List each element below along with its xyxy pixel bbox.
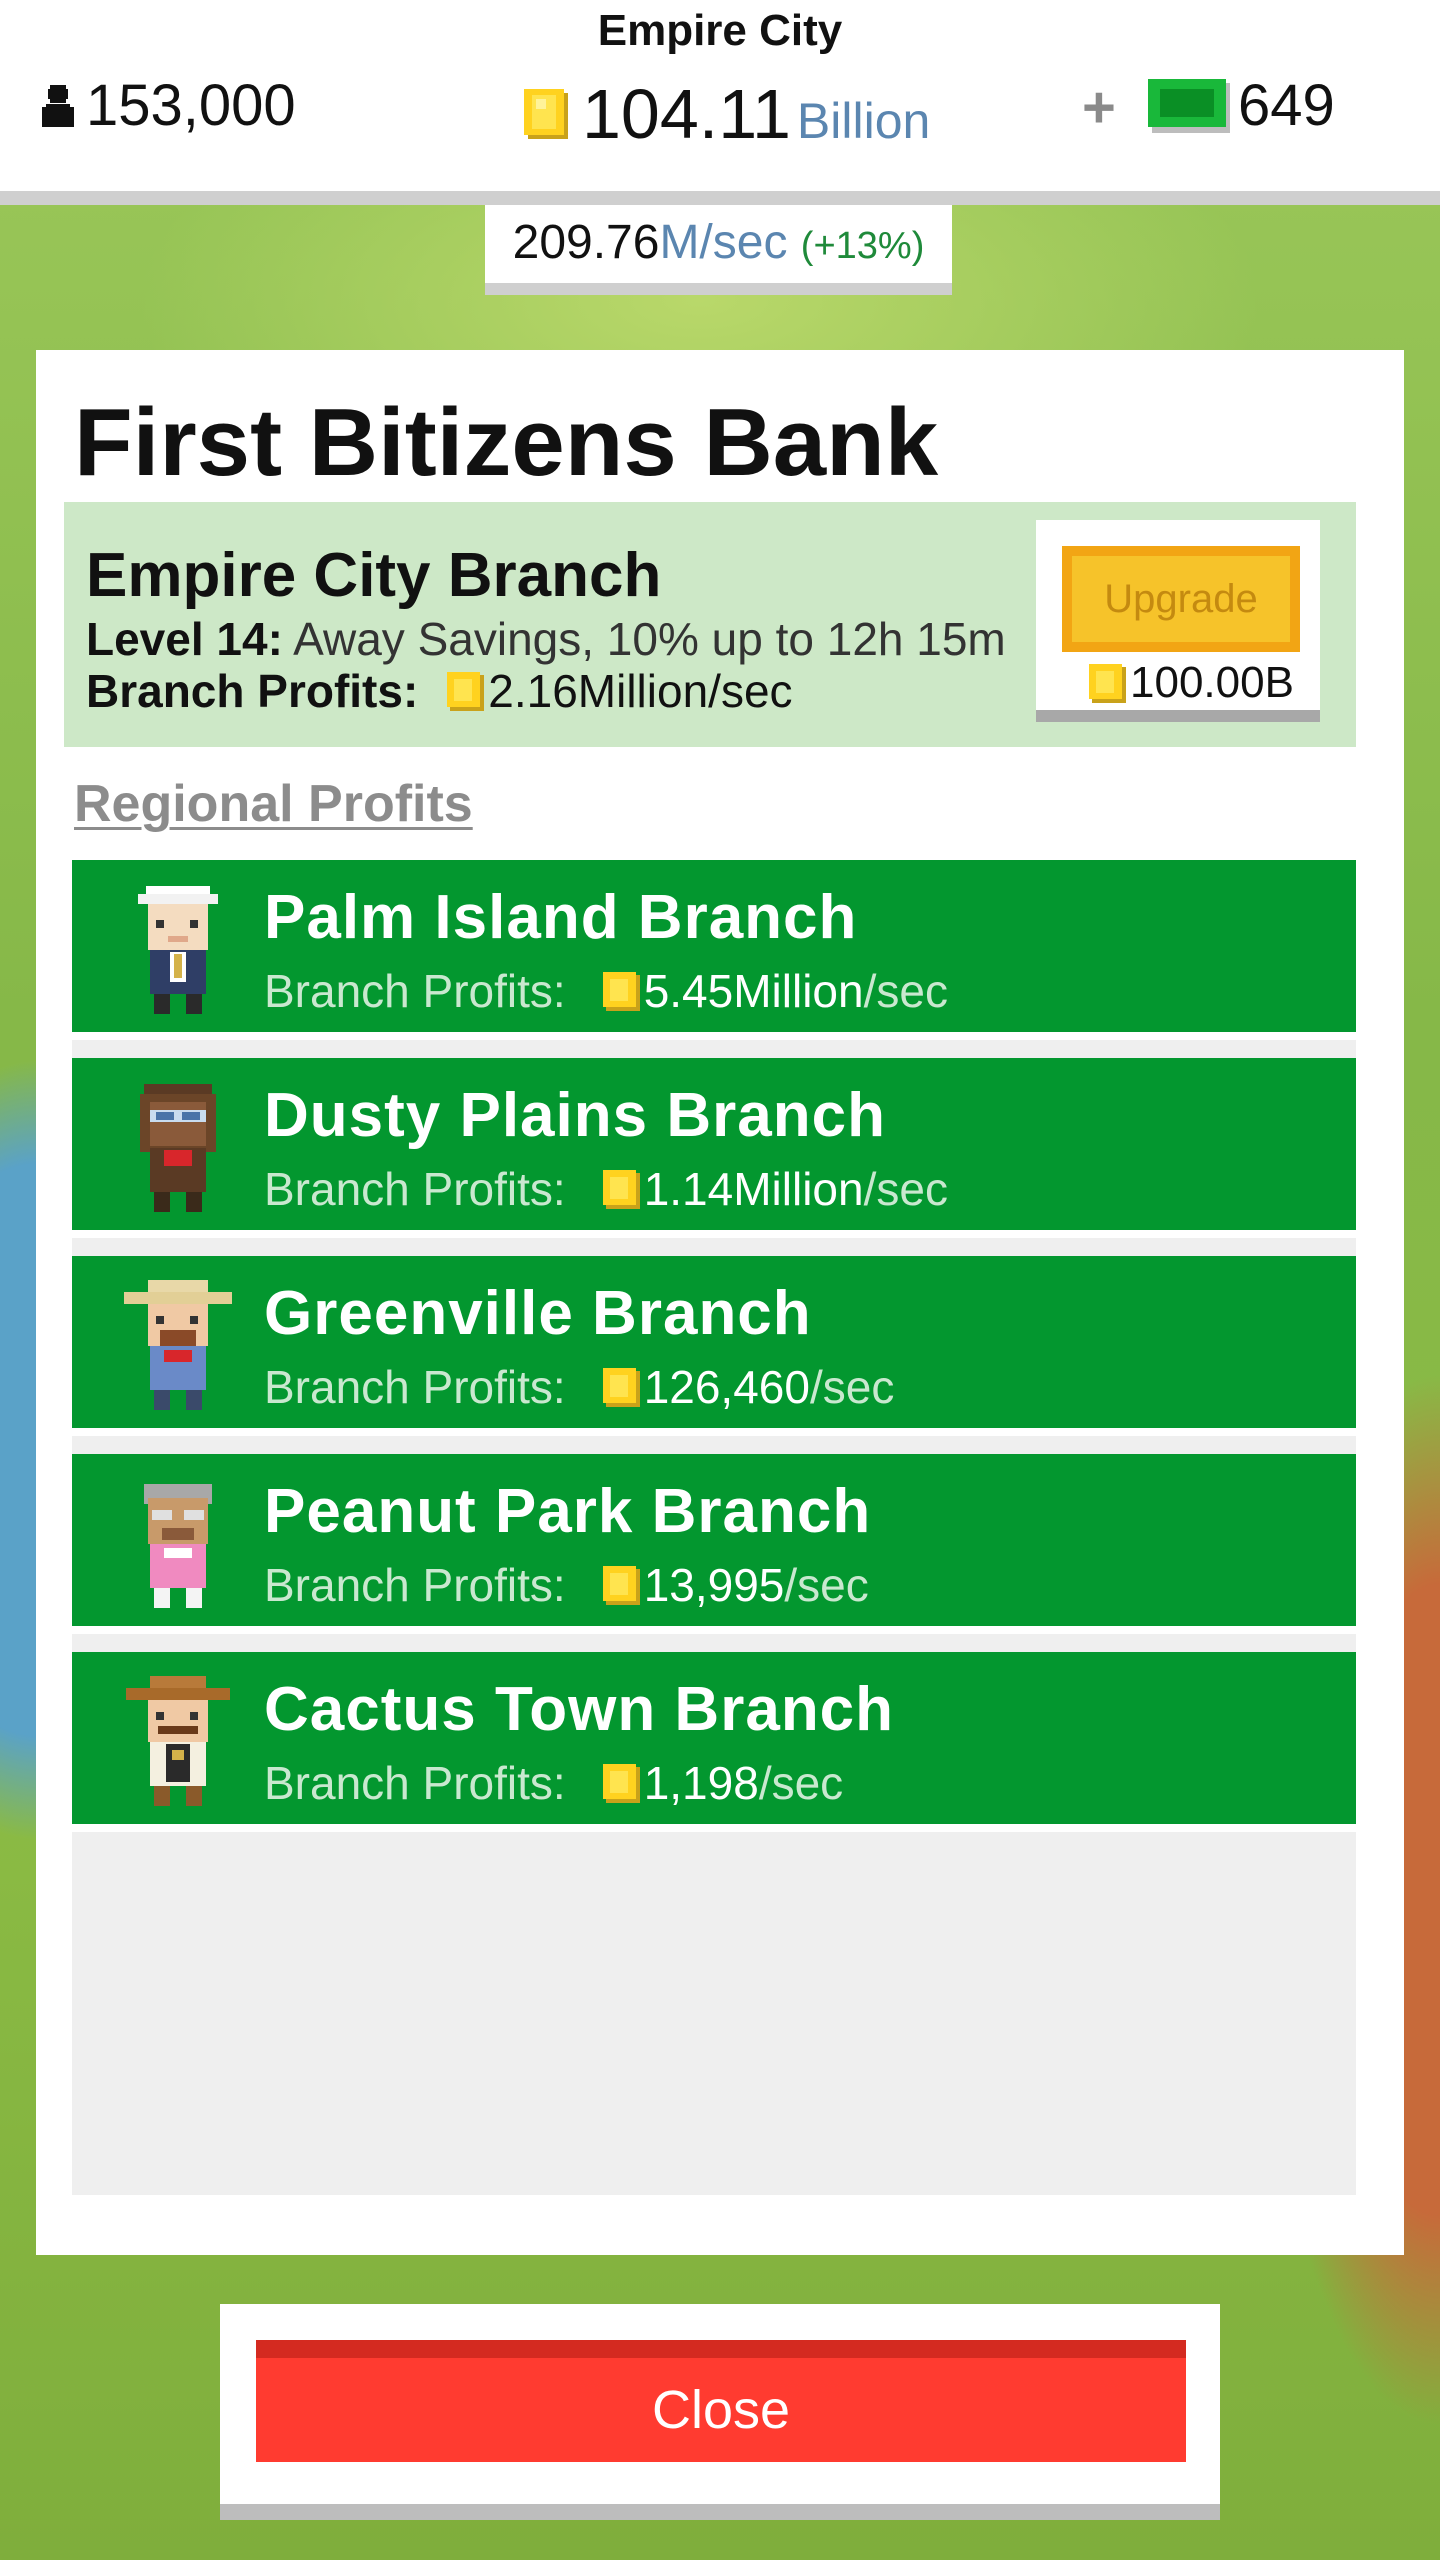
branch-profit-label: Branch Profits: [264, 965, 566, 1017]
income-rate-unit: M/sec [659, 216, 788, 269]
person-icon [42, 84, 74, 127]
upgrade-button[interactable]: Upgrade [1062, 546, 1300, 652]
home-branch-card: Empire City Branch Level 14: Away Saving… [64, 502, 1356, 747]
coin-icon [1089, 664, 1126, 703]
coin-icon [602, 1764, 640, 1803]
bux-icon [1148, 78, 1230, 133]
branch-profit-value: 1.14Million [643, 1163, 864, 1215]
upgrade-cost: 100.00B [1088, 658, 1294, 708]
close-button-container: Close [220, 2304, 1220, 2520]
branch-profit-label: Branch Profits: [264, 1757, 566, 1809]
level-description: Away Savings, 10% up to 12h 15m [293, 613, 1006, 665]
branch-row-dusty-plains[interactable]: Dusty Plains Branch Branch Profits: 1.14… [72, 1058, 1356, 1238]
branch-profit: Branch Profits: 1.14Million/sec [264, 1162, 948, 1216]
upgrade-card: Upgrade 100.00B [1036, 520, 1320, 722]
city-name: Empire City [597, 6, 843, 55]
home-branch-level: Level 14: Away Savings, 10% up to 12h 15… [86, 612, 1006, 666]
branch-profit-unit: /sec [863, 1163, 948, 1215]
branch-name: Peanut Park Branch [264, 1477, 872, 1546]
banker-avatar-icon [126, 1676, 230, 1806]
coin-icon [602, 1170, 640, 1209]
branch-row-peanut-park[interactable]: Peanut Park Branch Branch Profits: 13,99… [72, 1454, 1356, 1634]
income-rate-value: 209.76 [512, 216, 660, 269]
branch-profit-unit: /sec [758, 1757, 844, 1809]
branch-profit-value: 5.45Million [643, 965, 864, 1017]
branch-profit-label: Branch Profits: [264, 1559, 566, 1611]
regional-branch-list[interactable]: Palm Island Branch Branch Profits: 5.45M… [72, 860, 1356, 2195]
coin-icon [602, 1368, 640, 1407]
branch-profit: Branch Profits: 126,460/sec [264, 1360, 894, 1414]
buy-bux-button[interactable]: + [1082, 74, 1116, 141]
population-display: 153,000 [38, 72, 296, 139]
upgrade-cost-value: 100.00B [1130, 658, 1294, 707]
coin-icon [447, 672, 485, 711]
branch-profit: Branch Profits: 1,198/sec [264, 1756, 843, 1810]
branch-row-palm-island[interactable]: Palm Island Branch Branch Profits: 5.45M… [72, 860, 1356, 1040]
banker-avatar-icon [144, 1484, 212, 1608]
branch-name: Cactus Town Branch [264, 1675, 895, 1744]
branch-profit-unit: /sec [809, 1361, 895, 1413]
bux-display[interactable]: 649 [1148, 72, 1335, 139]
branch-profit-label: Branch Profits: [264, 1163, 566, 1215]
branch-name: Dusty Plains Branch [264, 1081, 886, 1150]
close-button[interactable]: Close [256, 2340, 1186, 2462]
branch-profit-label: Branch Profits: [264, 1361, 566, 1413]
cash-unit: Billion [796, 93, 931, 149]
branch-profit-value: 13,995 [643, 1559, 785, 1611]
branch-name: Palm Island Branch [264, 883, 858, 952]
branch-profit-unit: /sec [784, 1559, 869, 1611]
top-status-bar: Empire City 153,000 104.11 Billion + 649 [0, 0, 1440, 205]
branch-profit-value: 126,460 [643, 1361, 810, 1413]
branch-profit: Branch Profits: 5.45Million/sec [264, 964, 948, 1018]
coin-icon [524, 89, 568, 139]
home-branch-name: Empire City Branch [86, 541, 662, 610]
cash-amount: 104.11 [582, 75, 791, 153]
bank-panel: First Bitizens Bank Empire City Branch L… [36, 350, 1404, 2255]
coin-icon [602, 972, 640, 1011]
branch-name: Greenville Branch [264, 1279, 812, 1348]
branch-row-cactus-town[interactable]: Cactus Town Branch Branch Profits: 1,198… [72, 1652, 1356, 1832]
income-rate-bonus: (+13%) [800, 225, 925, 267]
branch-profit: Branch Profits: 13,995/sec [264, 1558, 869, 1612]
coin-icon [602, 1566, 640, 1605]
level-label: Level 14: [86, 613, 283, 665]
banker-avatar-icon [138, 886, 218, 1014]
home-branch-profit-label: Branch Profits: [86, 665, 419, 717]
bank-title: First Bitizens Bank [74, 389, 939, 496]
branch-row-greenville[interactable]: Greenville Branch Branch Profits: 126,46… [72, 1256, 1356, 1436]
cash-display: 104.11 Billion [522, 74, 930, 154]
regional-profits-link[interactable]: Regional Profits [74, 774, 473, 834]
population-value: 153,000 [86, 73, 296, 138]
home-branch-profit: Branch Profits: 2.16Million/sec [86, 664, 793, 718]
income-rate-tab: 209.76M/sec (+13%) [485, 205, 952, 295]
banker-avatar-icon [124, 1280, 232, 1410]
banker-avatar-icon [140, 1084, 216, 1212]
branch-profit-value: 1,198 [643, 1757, 759, 1809]
home-branch-profit-value: 2.16Million/sec [488, 665, 793, 717]
branch-profit-unit: /sec [863, 965, 948, 1017]
bux-amount: 649 [1238, 73, 1335, 138]
